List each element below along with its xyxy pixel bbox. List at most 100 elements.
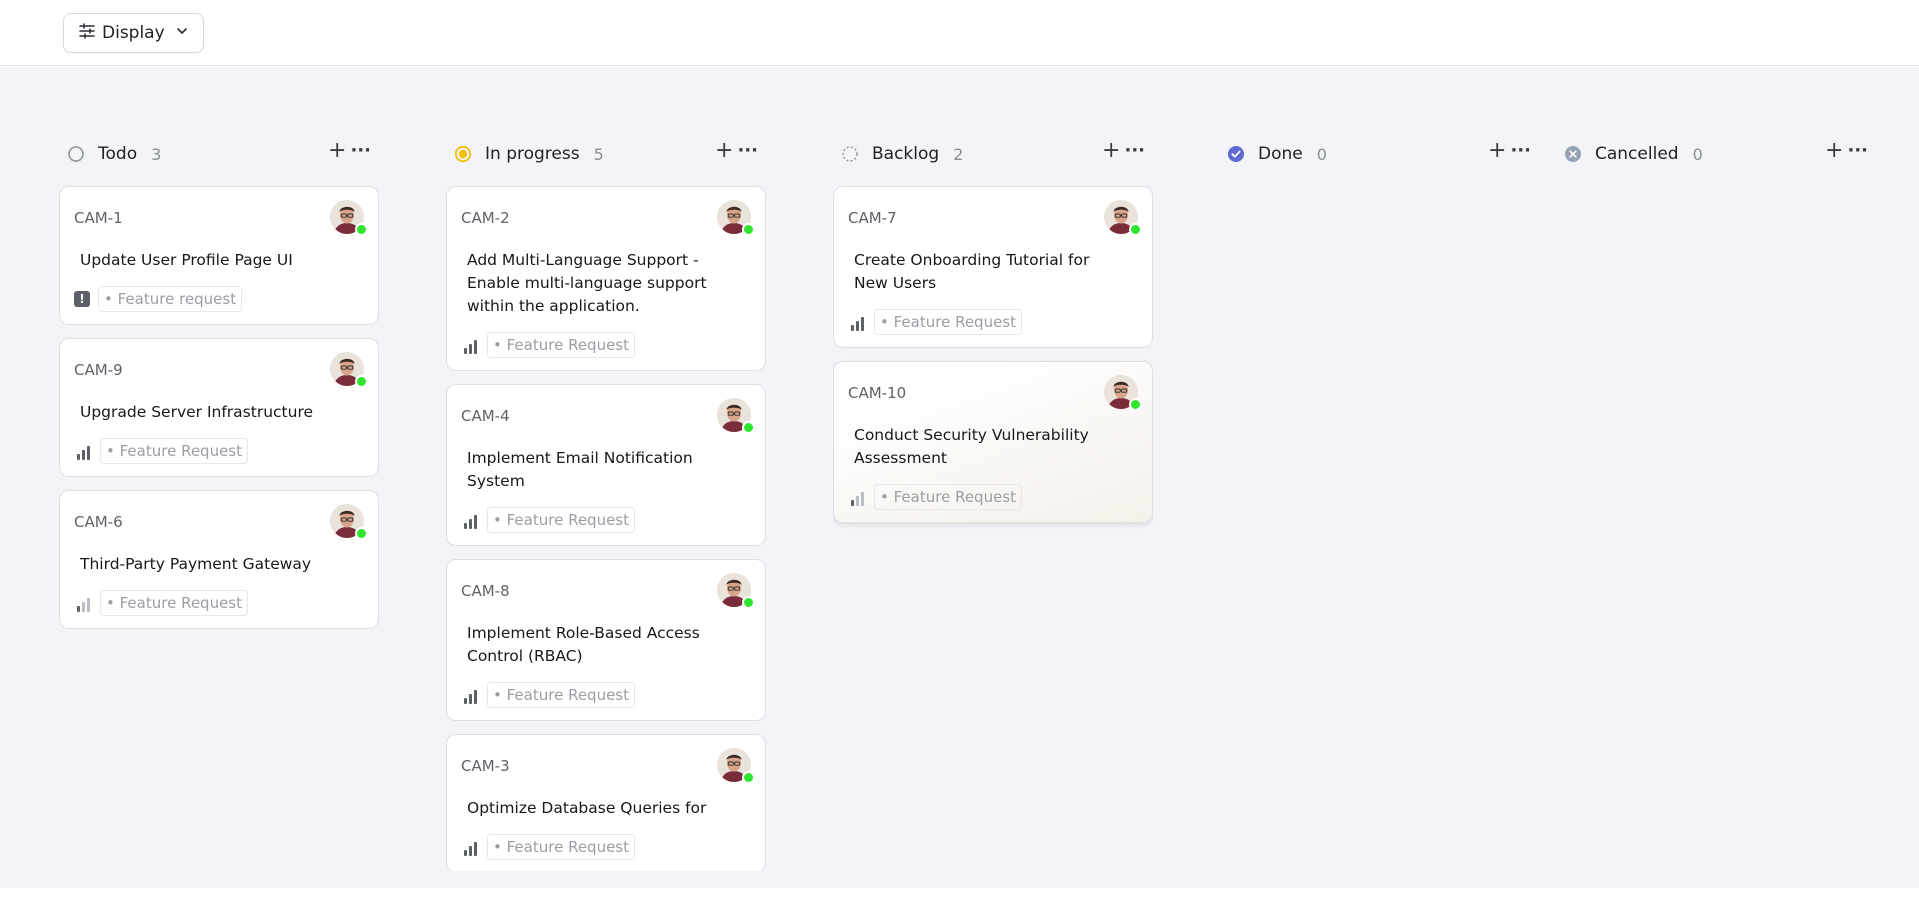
- issue-title: Add Multi-Language Support - Enable mult…: [467, 251, 707, 315]
- label-tag[interactable]: • Feature Request: [100, 590, 248, 616]
- issue-id: CAM-9: [74, 361, 123, 379]
- more-horizontal-icon[interactable]: ···: [737, 141, 758, 161]
- issue-id: CAM-7: [848, 209, 897, 227]
- card-list: CAM-7 Create Onboarding Tutorial for New …: [833, 186, 1153, 871]
- sliders-icon: [78, 22, 96, 45]
- more-horizontal-icon[interactable]: ···: [1847, 141, 1868, 161]
- issue-card[interactable]: CAM-1 Update User Profile Page UI! • Featu…: [59, 186, 379, 325]
- assignee-avatar[interactable]: [1104, 375, 1142, 411]
- label-tag[interactable]: • Feature Request: [487, 682, 635, 708]
- issue-card[interactable]: CAM-9 Upgrade Server Infrastructure • Feat…: [59, 338, 379, 477]
- issue-card[interactable]: CAM-8 Implement Role-Based Access Control…: [446, 559, 766, 721]
- column-title: Backlog: [872, 144, 940, 164]
- column-title: Cancelled: [1595, 144, 1679, 164]
- plus-icon[interactable]: +: [1825, 140, 1843, 162]
- issue-card[interactable]: CAM-3 Optimize Database Queries for • Feat…: [446, 734, 766, 871]
- issue-card[interactable]: CAM-7 Create Onboarding Tutorial for New …: [833, 186, 1153, 348]
- card-list: [1219, 186, 1539, 871]
- issue-title: Update User Profile Page UI: [80, 251, 293, 269]
- column-todo: Todo 3 + ··· CAM-1 Update User Profile Page U…: [59, 67, 379, 871]
- column-actions: + ···: [1102, 140, 1145, 162]
- card-footer: • Feature Request: [461, 507, 751, 533]
- column-actions: + ···: [1825, 140, 1868, 162]
- medium-priority-icon[interactable]: [848, 313, 866, 331]
- more-horizontal-icon[interactable]: ···: [1124, 141, 1145, 161]
- online-status-dot: [355, 223, 368, 236]
- label-tag[interactable]: • Feature request: [98, 286, 243, 312]
- assignee-avatar[interactable]: [330, 504, 368, 540]
- online-status-dot: [1129, 398, 1142, 411]
- card-footer: • Feature Request: [461, 834, 751, 860]
- assignee-avatar[interactable]: [330, 200, 368, 236]
- plus-icon[interactable]: +: [715, 140, 733, 162]
- display-button[interactable]: Display: [63, 13, 204, 53]
- issue-card[interactable]: CAM-2 Add Multi-Language Support - Enable…: [446, 186, 766, 371]
- assignee-avatar[interactable]: [717, 398, 755, 434]
- more-horizontal-icon[interactable]: ···: [350, 141, 371, 161]
- more-horizontal-icon[interactable]: ···: [1510, 141, 1531, 161]
- kanban-board: Todo 3 + ··· CAM-1 Update User Profile Page U…: [0, 67, 1919, 888]
- column-header: Done 0 + ···: [1219, 139, 1539, 169]
- label-tag[interactable]: • Feature Request: [487, 507, 635, 533]
- plus-icon[interactable]: +: [1102, 140, 1120, 162]
- assignee-avatar[interactable]: [717, 573, 755, 609]
- backlog-status-icon: [841, 145, 859, 163]
- card-footer: • Feature Request: [461, 332, 751, 358]
- label-tag[interactable]: • Feature Request: [100, 438, 248, 464]
- issue-id: CAM-2: [461, 209, 510, 227]
- card-footer: • Feature Request: [848, 484, 1138, 510]
- plus-icon[interactable]: +: [1488, 140, 1506, 162]
- column-count: 3: [151, 144, 162, 164]
- issue-id: CAM-8: [461, 582, 510, 600]
- urgent-priority-icon[interactable]: !: [74, 291, 90, 307]
- card-footer: • Feature Request: [461, 682, 751, 708]
- issue-card[interactable]: CAM-6 Third-Party Payment Gateway • Featur…: [59, 490, 379, 629]
- online-status-dot: [742, 223, 755, 236]
- online-status-dot: [742, 421, 755, 434]
- label-tag[interactable]: • Feature Request: [874, 309, 1022, 335]
- column-count: 5: [593, 144, 604, 164]
- column-done: Done 0 + ···: [1219, 67, 1539, 871]
- high-priority-icon[interactable]: [461, 838, 479, 856]
- low-priority-icon[interactable]: [74, 594, 92, 612]
- card-list: CAM-2 Add Multi-Language Support - Enable…: [446, 186, 766, 871]
- online-status-dot: [355, 527, 368, 540]
- issue-id: CAM-3: [461, 757, 510, 775]
- issue-title: Implement Role-Based Access Control (RBA…: [467, 624, 700, 665]
- column-count: 2: [953, 144, 964, 164]
- issue-card[interactable]: CAM-10 Conduct Security Vulnerability Ass…: [833, 361, 1153, 523]
- assignee-avatar[interactable]: [1104, 200, 1142, 236]
- column-header: In progress 5 + ···: [446, 139, 766, 169]
- column-header: Backlog 2 + ···: [833, 139, 1153, 169]
- issue-title: Third-Party Payment Gateway: [80, 555, 312, 573]
- high-priority-icon[interactable]: [461, 511, 479, 529]
- column-actions: + ···: [715, 140, 758, 162]
- assignee-avatar[interactable]: [717, 748, 755, 784]
- card-footer: • Feature Request: [74, 590, 364, 616]
- issue-id: CAM-10: [848, 384, 907, 402]
- card-footer: ! • Feature request: [74, 286, 364, 312]
- label-tag[interactable]: • Feature Request: [874, 484, 1022, 510]
- label-tag[interactable]: • Feature Request: [487, 834, 635, 860]
- plus-icon[interactable]: +: [328, 140, 346, 162]
- high-priority-icon[interactable]: [461, 686, 479, 704]
- assignee-avatar[interactable]: [330, 352, 368, 388]
- low-priority-icon[interactable]: [848, 488, 866, 506]
- card-footer: • Feature Request: [74, 438, 364, 464]
- label-tag[interactable]: • Feature Request: [487, 332, 635, 358]
- assignee-avatar[interactable]: [717, 200, 755, 236]
- display-label: Display: [102, 23, 165, 43]
- column-header: Cancelled 0 + ···: [1556, 139, 1876, 169]
- issue-title: Conduct Security Vulnerability Assessmen…: [854, 426, 1089, 467]
- issue-card[interactable]: CAM-4 Implement Email Notification System…: [446, 384, 766, 546]
- column-count: 0: [1692, 144, 1703, 164]
- column-title: Done: [1258, 144, 1303, 164]
- column-actions: + ···: [328, 140, 371, 162]
- column-actions: + ···: [1488, 140, 1531, 162]
- issue-id: CAM-1: [74, 209, 123, 227]
- high-priority-icon[interactable]: [461, 336, 479, 354]
- medium-priority-icon[interactable]: [74, 442, 92, 460]
- online-status-dot: [355, 375, 368, 388]
- in-progress-status-icon: [454, 145, 472, 163]
- column-title: Todo: [98, 144, 138, 164]
